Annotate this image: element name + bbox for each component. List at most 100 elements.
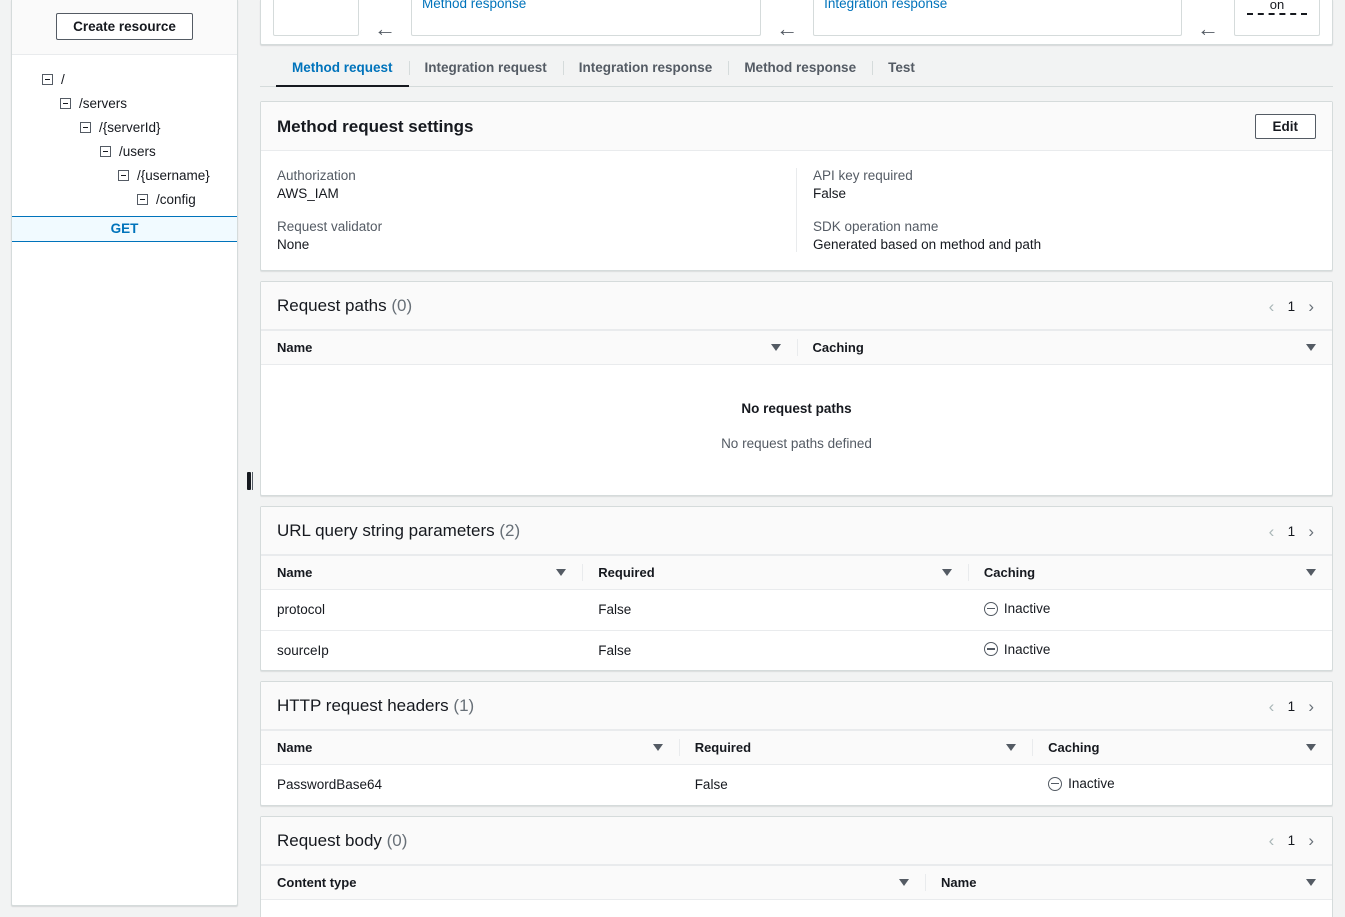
tree-node-username[interactable]: /{username} [12, 163, 237, 187]
flow-box-client[interactable] [273, 0, 359, 36]
column-header-required[interactable]: Required [679, 731, 1032, 765]
sort-descending-icon[interactable] [942, 569, 952, 576]
column-header-caching[interactable]: Caching [797, 331, 1333, 365]
section-title: Request body (0) [277, 831, 407, 851]
column-header-caching[interactable]: Caching [968, 556, 1332, 590]
field-value: Generated based on method and path [813, 237, 1316, 252]
tab-method-request[interactable]: Method request [276, 60, 409, 86]
request-paths-table: Name Caching No request paths [261, 330, 1332, 495]
tree-node-label: /servers [79, 96, 127, 111]
section-title: URL query string parameters (2) [277, 521, 520, 541]
column-header-label: Caching [813, 340, 864, 355]
resize-grip-icon[interactable] [247, 472, 251, 490]
column-header-label: Name [277, 340, 312, 355]
tree-node-label: /{serverId} [99, 120, 161, 135]
dashed-line-icon [1247, 13, 1307, 15]
empty-state-description: No request paths defined [277, 436, 1316, 451]
column-header-required[interactable]: Required [582, 556, 968, 590]
tab-integration-response[interactable]: Integration response [563, 60, 729, 86]
pagination-next-button[interactable]: › [1306, 698, 1316, 715]
sort-descending-icon[interactable] [771, 344, 781, 351]
pagination-prev-button[interactable]: ‹ [1267, 832, 1277, 849]
tree-node-root[interactable]: / [12, 67, 237, 91]
field-value: AWS_IAM [277, 186, 780, 201]
page-title: Method request settings [277, 117, 473, 137]
sort-descending-icon[interactable] [899, 879, 909, 886]
sort-descending-icon[interactable] [653, 744, 663, 751]
field-authorization: Authorization AWS_IAM [277, 168, 780, 201]
field-value: False [813, 186, 1316, 201]
status-label: Inactive [1068, 776, 1115, 791]
panel-resize-handle[interactable] [238, 0, 260, 917]
cell-required: False [582, 630, 968, 670]
tree-node-label: / [61, 72, 65, 87]
column-header-content-type[interactable]: Content type [261, 865, 925, 899]
empty-state-cell: No request paths No request paths define… [261, 365, 1332, 496]
sort-descending-icon[interactable] [1006, 744, 1016, 751]
edit-button[interactable]: Edit [1255, 114, 1317, 139]
request-body-card: Request body (0) ‹ 1 › Content type [260, 816, 1333, 917]
tree-node-servers[interactable]: /servers [12, 91, 237, 115]
minus-box-icon[interactable] [42, 74, 53, 85]
table-row: sourceIp False Inactive [261, 630, 1332, 670]
column-header-name[interactable]: Name [925, 865, 1332, 899]
method-response-link[interactable]: Method response [422, 0, 526, 9]
section-title-text: Request paths [277, 296, 387, 315]
cell-name: sourceIp [261, 630, 582, 670]
pagination-prev-button[interactable]: ‹ [1267, 523, 1277, 540]
sort-descending-icon[interactable] [1306, 879, 1316, 886]
pagination-next-button[interactable]: › [1306, 523, 1316, 540]
tree-method-get[interactable]: GET [12, 216, 237, 242]
sort-descending-icon[interactable] [1306, 744, 1316, 751]
column-header-name[interactable]: Name [261, 731, 679, 765]
sort-descending-icon[interactable] [1306, 569, 1316, 576]
pagination-next-button[interactable]: › [1306, 832, 1316, 849]
column-header-name[interactable]: Name [261, 556, 582, 590]
minus-box-icon[interactable] [100, 146, 111, 157]
empty-state-row: No request body No request body defined. [261, 899, 1332, 917]
flow-box-endpoint[interactable]: on [1234, 0, 1320, 36]
pagination: ‹ 1 › [1267, 298, 1316, 315]
pagination-page-1[interactable]: 1 [1286, 699, 1296, 714]
pagination-page-1[interactable]: 1 [1286, 833, 1296, 848]
flow-box-integration-response[interactable]: Integration response [813, 0, 1182, 36]
column-header-name[interactable]: Name [261, 331, 797, 365]
status-label: Inactive [1004, 601, 1051, 616]
integration-response-link[interactable]: Integration response [824, 0, 947, 9]
status-badge: Inactive [984, 642, 1051, 657]
tree-node-users[interactable]: /users [12, 139, 237, 163]
pagination-page-1[interactable]: 1 [1286, 524, 1296, 539]
query-string-parameters-header: URL query string parameters (2) ‹ 1 › [261, 507, 1332, 555]
arrow-left-icon: ← [1182, 22, 1234, 36]
pagination-page-1[interactable]: 1 [1286, 299, 1296, 314]
request-body-header: Request body (0) ‹ 1 › [261, 817, 1332, 865]
sort-descending-icon[interactable] [556, 569, 566, 576]
minus-box-icon[interactable] [118, 170, 129, 181]
flow-box-method-response[interactable]: Method response [411, 0, 761, 36]
empty-state: No request paths No request paths define… [261, 365, 1332, 495]
minus-box-icon[interactable] [137, 194, 148, 205]
status-badge: Inactive [984, 601, 1051, 616]
query-string-parameters-table: Name Required Caching protocol [261, 555, 1332, 670]
section-count: (1) [453, 696, 474, 715]
tree-node-config[interactable]: /config [12, 187, 237, 211]
create-resource-button[interactable]: Create resource [56, 13, 193, 40]
pagination-prev-button[interactable]: ‹ [1267, 298, 1277, 315]
tab-integration-request[interactable]: Integration request [409, 60, 563, 86]
table-header-row: Content type Name [261, 865, 1332, 899]
column-header-caching[interactable]: Caching [1032, 731, 1332, 765]
tree-node-serverid[interactable]: /{serverId} [12, 115, 237, 139]
tab-method-response[interactable]: Method response [728, 60, 872, 86]
tab-test[interactable]: Test [872, 60, 931, 86]
minus-box-icon[interactable] [60, 98, 71, 109]
section-title-text: HTTP request headers [277, 696, 449, 715]
pagination-next-button[interactable]: › [1306, 298, 1316, 315]
sort-descending-icon[interactable] [1306, 344, 1316, 351]
empty-state-row: No request paths No request paths define… [261, 365, 1332, 496]
minus-box-icon[interactable] [80, 122, 91, 133]
arrow-left-icon: ← [359, 22, 411, 36]
table-row: PasswordBase64 False Inactive [261, 765, 1332, 805]
main-content: ← Method response ← Integration response… [260, 0, 1345, 917]
flow-endpoint-label: on [1245, 0, 1309, 10]
pagination-prev-button[interactable]: ‹ [1267, 698, 1277, 715]
